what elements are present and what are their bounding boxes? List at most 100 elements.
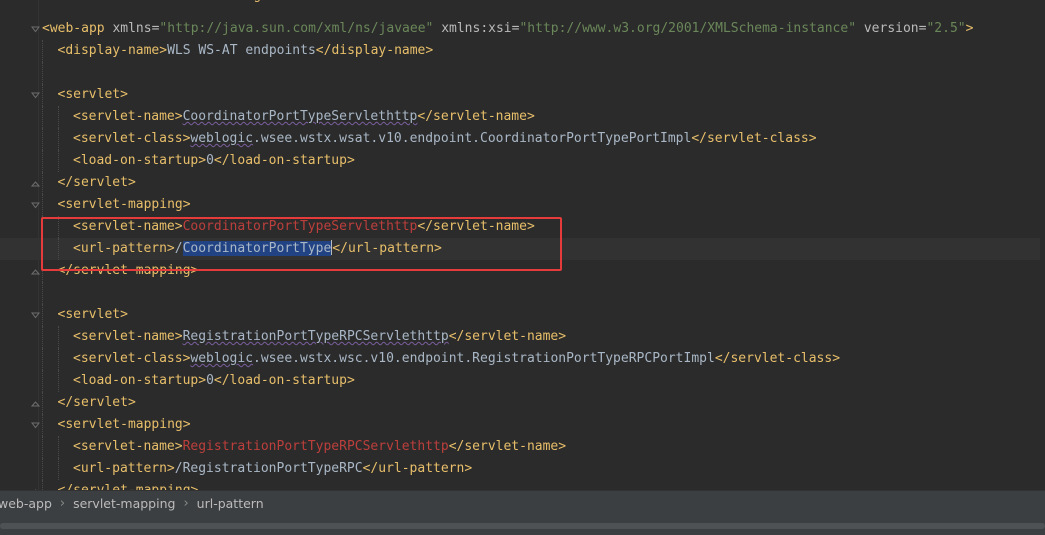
indent-guide (42, 480, 43, 490)
code-token: <servlet-name> (73, 109, 183, 124)
fold-open-icon[interactable] (31, 201, 40, 210)
code-line[interactable]: <load-on-startup>0</load-on-startup> (0, 150, 1045, 172)
code-token: <servlet-name> (73, 439, 183, 454)
indent-guide (57, 370, 59, 392)
breadcrumb-item-url-pattern[interactable]: url-pattern (191, 496, 270, 511)
code-line[interactable]: <servlet> (0, 304, 1045, 326)
indent-guide (42, 216, 43, 238)
code-token: <servlet-mapping> (57, 417, 191, 432)
code-text: <servlet> (58, 84, 128, 106)
fold-end-icon[interactable] (31, 267, 40, 276)
code-token: <url-pattern> (73, 461, 175, 476)
code-text: <servlet-class>weblogic.wsee.wstx.wsat.v… (73, 128, 817, 150)
indent-guide (42, 370, 43, 392)
indent-guide (42, 238, 43, 260)
code-token: "2.5" (926, 21, 966, 36)
code-line[interactable]: <servlet-mapping> (0, 414, 1045, 436)
fold-end-icon[interactable] (31, 399, 40, 408)
indent-guide (42, 40, 43, 62)
indent-guide (57, 238, 59, 260)
code-token: </load-on-startup> (213, 373, 355, 388)
indent-guide (42, 282, 43, 304)
code-line[interactable]: </servlet> (0, 172, 1045, 194)
code-line[interactable]: </servlet-mapping> (0, 480, 1045, 490)
code-line[interactable]: <url-pattern>/CoordinatorPortType</url-p… (0, 238, 1045, 260)
code-token: <web-app (42, 21, 113, 36)
indent-guide (42, 150, 43, 172)
indent-guide (42, 106, 43, 128)
code-token: 0 (206, 153, 214, 168)
code-line[interactable]: <servlet-name>RegistrationPortTypeRPCSer… (0, 436, 1045, 458)
code-token: </url-pattern> (332, 241, 442, 256)
indent-guide (57, 106, 59, 128)
code-token: version= (863, 21, 927, 36)
code-line[interactable]: <servlet> (0, 84, 1045, 106)
code-token: weblogic (190, 131, 254, 146)
code-line[interactable] (0, 282, 1045, 304)
indent-guide (57, 128, 59, 150)
horizontal-scrollbar[interactable] (0, 515, 1045, 535)
code-line[interactable]: </servlet> (0, 392, 1045, 414)
indent-guide (42, 260, 43, 282)
code-text: </servlet> (58, 392, 136, 414)
code-line[interactable]: <web-app xmlns="http://java.sun.com/xml/… (0, 18, 1045, 40)
code-line[interactable]: <?xml version="1.0" encoding="UTF-8"?> (0, 0, 1045, 18)
indent-guide (57, 216, 59, 238)
code-line[interactable]: <servlet-name>CoordinatorPortTypeServlet… (0, 106, 1045, 128)
code-token: <servlet-class> (73, 351, 191, 366)
code-line[interactable]: <servlet-name>CoordinatorPortTypeServlet… (0, 216, 1045, 238)
fold-open-icon[interactable] (31, 311, 40, 320)
code-text: </servlet> (58, 172, 136, 194)
fold-open-icon[interactable] (31, 421, 40, 430)
code-token: </servlet-mapping> (57, 263, 199, 278)
code-token: xmlns= (112, 21, 160, 36)
indent-guide (42, 348, 43, 370)
code-text: <web-app xmlns="http://java.sun.com/xml/… (42, 18, 973, 40)
code-token: .wsee.wstx.wsat.v10.endpoint.Coordinator… (253, 131, 692, 146)
code-token: </url-pattern> (362, 461, 473, 476)
horizontal-scrollbar-thumb[interactable] (0, 523, 1045, 529)
breadcrumb-item-web-app[interactable]: web-app (0, 496, 58, 511)
code-line[interactable]: <servlet-mapping> (0, 194, 1045, 216)
indent-guide (42, 172, 43, 194)
code-text: <servlet-class>weblogic.wsee.wstx.wsc.v1… (73, 348, 840, 370)
fold-open-icon[interactable] (31, 25, 40, 34)
code-text: <load-on-startup>0</load-on-startup> (73, 370, 355, 392)
code-token: <load-on-startup> (73, 153, 207, 168)
code-token: </servlet-class> (714, 351, 841, 366)
indent-guide (42, 326, 43, 348)
code-token: <servlet> (57, 307, 128, 322)
code-token: RegistrationPortTypeRPCServlethttp (182, 329, 449, 344)
breadcrumb: web-app › servlet-mapping › url-pattern (0, 490, 1045, 515)
code-token: > (965, 21, 974, 36)
code-text: <url-pattern>/RegistrationPortTypeRPC</u… (73, 458, 472, 480)
code-line[interactable]: </servlet-mapping> (0, 260, 1045, 282)
fold-end-icon[interactable] (31, 179, 40, 188)
indent-guide (42, 458, 43, 480)
indent-guide (42, 436, 43, 458)
indent-guide (57, 458, 59, 480)
code-text: <?xml version="1.0" encoding="UTF-8"?> (42, 0, 339, 7)
fold-open-icon[interactable] (31, 91, 40, 100)
code-line[interactable]: <servlet-class>weblogic.wsee.wstx.wsat.v… (0, 128, 1045, 150)
code-token: / (174, 241, 183, 256)
breadcrumb-item-servlet-mapping[interactable]: servlet-mapping (67, 496, 181, 511)
indent-guide (57, 348, 59, 370)
code-editor[interactable]: <?xml version="1.0" encoding="UTF-8"?> <w… (0, 0, 1045, 490)
code-token: 0 (206, 373, 214, 388)
code-text: <servlet-name>RegistrationPortTypeRPCSer… (73, 436, 566, 458)
code-token: </servlet> (57, 395, 136, 410)
code-line[interactable] (0, 62, 1045, 84)
code-token: weblogic (190, 351, 254, 366)
code-text: <load-on-startup>0</load-on-startup> (73, 150, 355, 172)
code-line[interactable]: <display-name>WLS WS-AT endpoints</displ… (0, 40, 1045, 62)
indent-guide (57, 150, 59, 172)
code-line[interactable]: <servlet-name>RegistrationPortTypeRPCSer… (0, 326, 1045, 348)
code-token: </load-on-startup> (213, 153, 355, 168)
vertical-scrollbar[interactable] (1040, 0, 1045, 490)
code-line[interactable]: <servlet-class>weblogic.wsee.wstx.wsc.v1… (0, 348, 1045, 370)
indent-guide (42, 392, 43, 414)
code-line[interactable]: <url-pattern>/RegistrationPortTypeRPC</u… (0, 458, 1045, 480)
code-token: <servlet-class> (73, 131, 191, 146)
code-line[interactable]: <load-on-startup>0</load-on-startup> (0, 370, 1045, 392)
